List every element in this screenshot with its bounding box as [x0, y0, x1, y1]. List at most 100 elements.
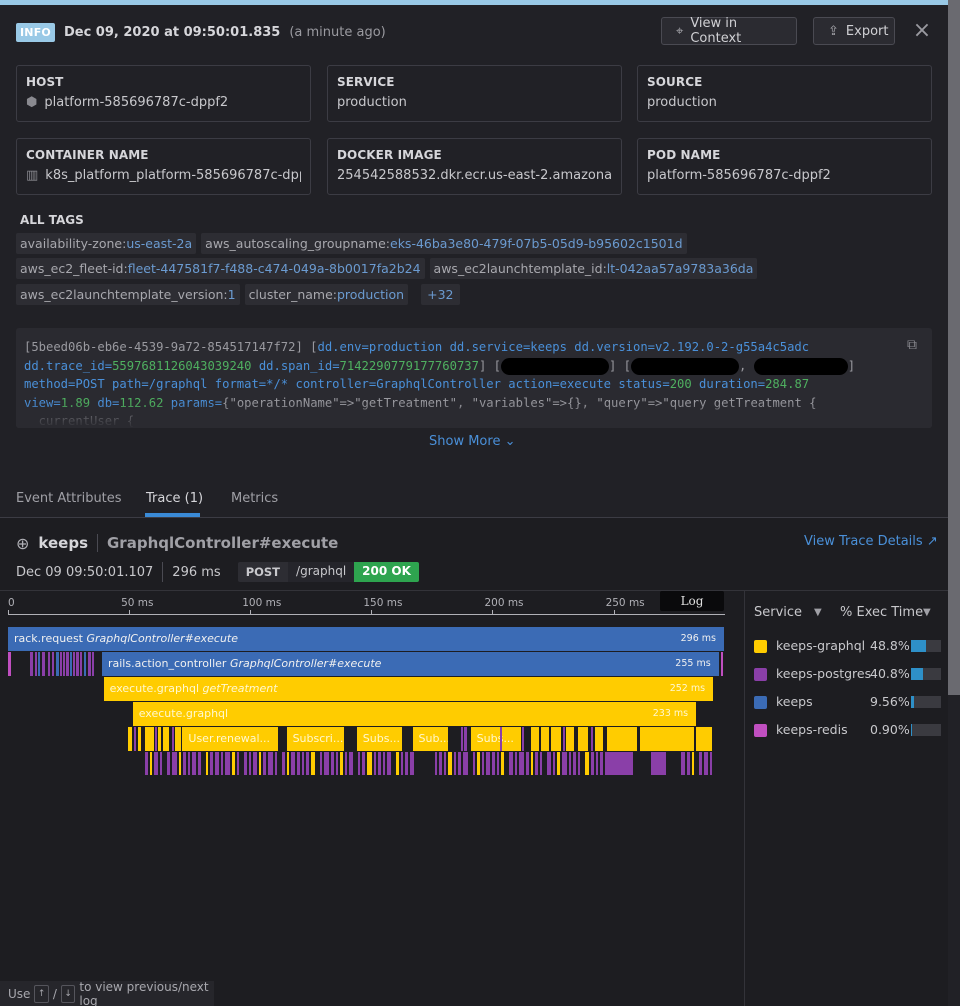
postgres-span[interactable]	[210, 752, 213, 775]
postgres-span[interactable]	[73, 652, 75, 676]
card-value[interactable]: k8s_platform_platform-585696787c-dpp...	[45, 168, 301, 183]
postgres-span[interactable]	[435, 752, 437, 775]
postgres-span[interactable]	[569, 752, 571, 775]
view-in-context-button[interactable]: ⌖ View in Context	[661, 16, 797, 46]
postgres-span[interactable]	[244, 752, 247, 775]
graphql-span[interactable]	[155, 727, 157, 751]
flame-span[interactable]: Subscri...	[286, 727, 344, 751]
postgres-span[interactable]	[80, 652, 82, 676]
postgres-span[interactable]	[596, 752, 598, 775]
postgres-span[interactable]	[687, 752, 690, 775]
postgres-span[interactable]	[92, 652, 94, 676]
legend-row[interactable]: keeps 9.56%	[745, 692, 948, 712]
flame-span[interactable]: Subs...	[470, 727, 521, 751]
graphql-span[interactable]	[595, 727, 603, 751]
postgres-span[interactable]	[30, 652, 33, 676]
postgres-span[interactable]	[268, 752, 273, 775]
postgres-span[interactable]	[448, 752, 452, 775]
postgres-span[interactable]	[56, 652, 59, 676]
postgres-span[interactable]	[215, 752, 219, 775]
postgres-span[interactable]	[547, 752, 551, 775]
postgres-span[interactable]	[607, 752, 633, 775]
graphql-span[interactable]	[145, 727, 154, 751]
flame-span[interactable]: rails.action_controller GraphqlControlle…	[101, 652, 719, 676]
legend-row[interactable]: keeps-redis 0.90%	[745, 720, 948, 740]
postgres-span[interactable]	[519, 752, 524, 775]
card-value[interactable]: platform-585696787c-dppf2	[647, 168, 831, 183]
postgres-span[interactable]	[699, 752, 702, 775]
postgres-span[interactable]	[410, 752, 414, 775]
postgres-span[interactable]	[282, 752, 285, 775]
postgres-span[interactable]	[367, 752, 372, 775]
postgres-span[interactable]	[531, 752, 533, 775]
postgres-span[interactable]	[591, 752, 594, 775]
postgres-span[interactable]	[311, 752, 315, 775]
postgres-span[interactable]	[362, 752, 365, 775]
tag[interactable]: aws_ec2launchtemplate_id:lt-042aa57a9783…	[429, 258, 758, 279]
postgres-span[interactable]	[263, 752, 266, 775]
postgres-span[interactable]	[378, 752, 381, 775]
postgres-span[interactable]	[439, 752, 442, 775]
postgres-span[interactable]	[320, 752, 322, 775]
postgres-span[interactable]	[492, 752, 495, 775]
postgres-span[interactable]	[291, 752, 295, 775]
postgres-span[interactable]	[535, 752, 538, 775]
postgres-span[interactable]	[349, 752, 353, 775]
redis-span[interactable]	[8, 652, 11, 676]
tab-event-attributes[interactable]: Event Attributes	[16, 491, 122, 506]
graphql-span[interactable]	[163, 727, 169, 751]
postgres-span[interactable]	[600, 752, 603, 775]
postgres-span[interactable]	[345, 752, 347, 775]
tag[interactable]: aws_autoscaling_groupname:eks-46ba3e80-4…	[201, 233, 687, 254]
postgres-span[interactable]	[540, 752, 542, 775]
graphql-span[interactable]	[138, 727, 141, 751]
graphql-span[interactable]	[522, 727, 524, 751]
graphql-span[interactable]	[607, 727, 637, 751]
postgres-span[interactable]	[48, 652, 50, 676]
graphql-span[interactable]	[158, 727, 161, 751]
flame-span[interactable]: Subs...	[356, 727, 402, 751]
flame-span[interactable]: execute.graphql 233 ms	[132, 702, 697, 726]
span-gap[interactable]	[113, 702, 114, 726]
postgres-span[interactable]	[578, 752, 580, 775]
graphql-span[interactable]	[531, 727, 539, 751]
legend-row[interactable]: keeps-postgres 40.8%	[745, 664, 948, 684]
postgres-span[interactable]	[306, 752, 309, 775]
exec-time-column-header[interactable]: % Exec Time	[840, 605, 923, 620]
postgres-span[interactable]	[63, 652, 65, 676]
postgres-span[interactable]	[66, 652, 69, 676]
postgres-span[interactable]	[681, 752, 685, 775]
postgres-span[interactable]	[35, 652, 37, 676]
flame-span[interactable]: User.renewal...	[182, 727, 279, 751]
graphql-span[interactable]	[541, 727, 549, 751]
postgres-span[interactable]	[501, 752, 504, 775]
postgres-span[interactable]	[651, 752, 661, 775]
postgres-span[interactable]	[661, 752, 666, 775]
postgres-span[interactable]	[225, 752, 230, 775]
card-value[interactable]: 254542588532.dkr.ecr.us-east-2.amazonaw.…	[337, 168, 612, 183]
flame-span[interactable]: rack.request GraphqlController#execute 29…	[8, 627, 724, 651]
postgres-span[interactable]	[237, 752, 239, 775]
postgres-span[interactable]	[482, 752, 484, 775]
graphql-span[interactable]	[640, 727, 694, 751]
graphql-span[interactable]	[461, 727, 463, 751]
tag[interactable]: aws_ec2_fleet-id:fleet-447581f7-f488-c47…	[16, 258, 425, 279]
postgres-span[interactable]	[232, 752, 235, 775]
postgres-span[interactable]	[42, 652, 45, 676]
postgres-span[interactable]	[183, 752, 186, 775]
postgres-span[interactable]	[704, 752, 708, 775]
postgres-span[interactable]	[458, 752, 461, 775]
postgres-span[interactable]	[221, 752, 223, 775]
graphql-span[interactable]	[464, 727, 467, 751]
tab-trace[interactable]: Trace (1)	[146, 491, 203, 506]
graphql-span[interactable]	[566, 727, 574, 751]
close-icon[interactable]: ×	[912, 20, 932, 42]
postgres-span[interactable]	[526, 752, 529, 775]
sort-caret-icon[interactable]: ▼	[923, 607, 931, 618]
show-more-link[interactable]: Show More ⌄	[429, 434, 515, 449]
postgres-span[interactable]	[515, 752, 517, 775]
postgres-span[interactable]	[154, 752, 158, 775]
postgres-span[interactable]	[70, 652, 72, 676]
log-marker-button[interactable]: Log	[660, 591, 724, 611]
tag[interactable]: cluster_name:production	[244, 284, 409, 305]
